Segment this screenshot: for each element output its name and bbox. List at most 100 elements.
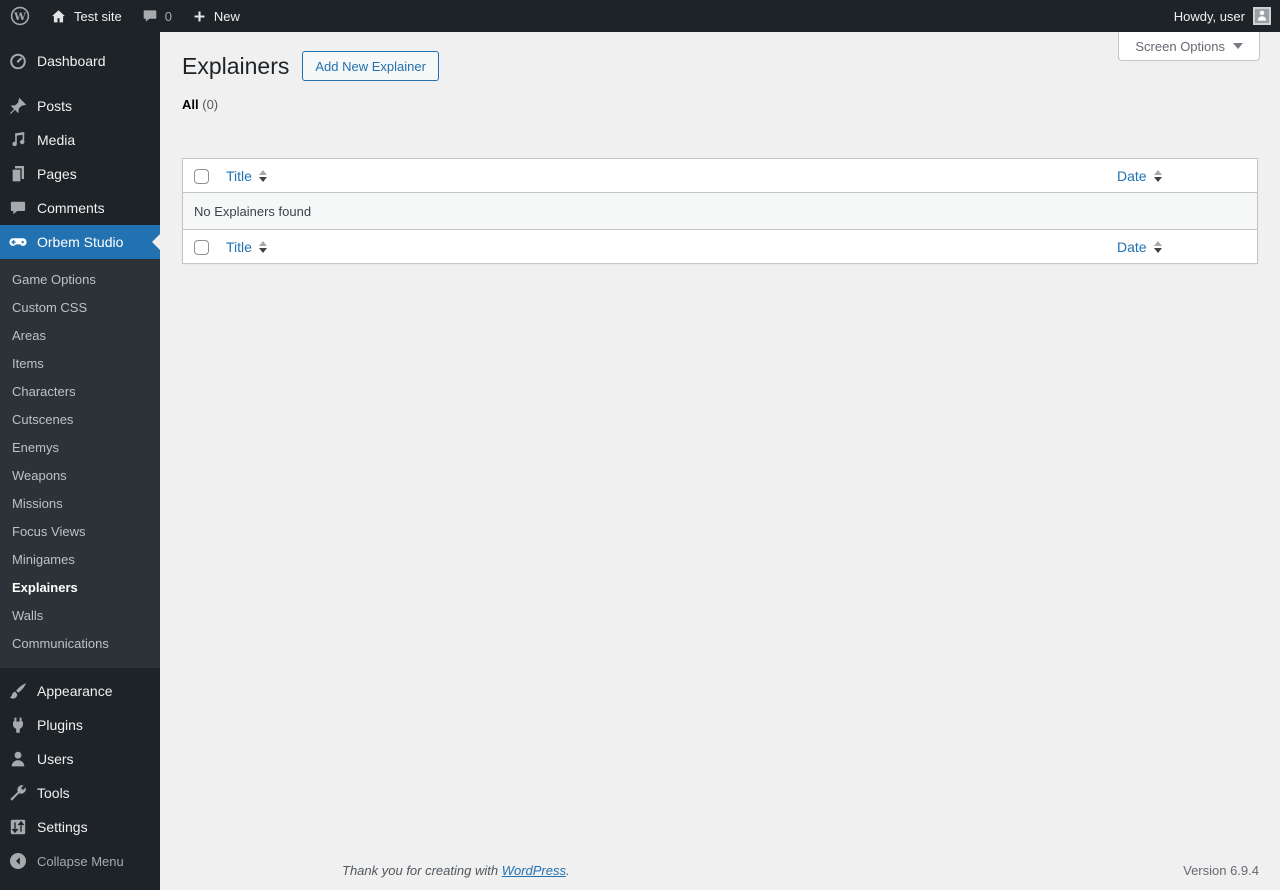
- sidebar-item-tools[interactable]: Tools: [0, 776, 160, 810]
- chevron-down-icon: [1233, 43, 1243, 49]
- title-row: Explainers Add New Explainer: [182, 51, 1258, 81]
- submenu-item-cutscenes[interactable]: Cutscenes: [0, 406, 160, 434]
- dashboard-icon: [8, 51, 28, 71]
- comment-bubble-icon: [142, 8, 158, 24]
- admin-bar-spacer: [250, 0, 1174, 32]
- settings-icon: [8, 817, 28, 837]
- add-new-explainer-button[interactable]: Add New Explainer: [302, 51, 439, 81]
- admin-bar-site-name[interactable]: Test site: [40, 0, 132, 32]
- submenu-item-focus-views[interactable]: Focus Views: [0, 518, 160, 546]
- empty-message: No Explainers found: [183, 193, 1257, 229]
- sidebar-item-label: Media: [37, 132, 76, 148]
- screen-options-label: Screen Options: [1135, 38, 1225, 54]
- comment-icon: [8, 198, 28, 218]
- gamepad-icon: [8, 232, 28, 252]
- wrench-icon: [8, 783, 28, 803]
- howdy-label: Howdy, user: [1173, 8, 1245, 24]
- sort-arrows-icon: [258, 240, 267, 253]
- footer-version: Version 6.9.4: [1183, 863, 1259, 878]
- avatar: [1253, 7, 1271, 25]
- sidebar-item-label: Dashboard: [37, 53, 106, 69]
- screen-options-toggle[interactable]: Screen Options: [1118, 32, 1260, 61]
- title-column-header: Title: [226, 238, 252, 255]
- select-all-checkbox[interactable]: [194, 168, 209, 184]
- table-header-row: Title Date: [183, 159, 1257, 193]
- admin-bar-account-menu[interactable]: Howdy, user: [1174, 0, 1280, 32]
- plug-icon: [8, 715, 28, 735]
- pushpin-icon: [8, 96, 28, 116]
- wordpress-logo-menu[interactable]: W: [0, 0, 40, 32]
- user-icon: [8, 749, 28, 769]
- sort-arrows-icon: [1153, 240, 1162, 253]
- submenu-item-custom-css[interactable]: Custom CSS: [0, 294, 160, 322]
- submenu-item-areas[interactable]: Areas: [0, 322, 160, 350]
- sidebar-item-orbem-studio[interactable]: Orbem Studio: [0, 225, 160, 259]
- select-all-checkbox[interactable]: [194, 239, 209, 255]
- submenu-item-items[interactable]: Items: [0, 350, 160, 378]
- sidebar-item-label: Users: [37, 751, 74, 767]
- sidebar-item-media[interactable]: Media: [0, 123, 160, 157]
- sidebar-item-label: Comments: [37, 200, 105, 216]
- footer-period: .: [566, 863, 570, 878]
- sort-arrows-icon: [1153, 169, 1162, 182]
- sidebar-item-plugins[interactable]: Plugins: [0, 708, 160, 742]
- submenu-item-communications[interactable]: Communications: [0, 630, 160, 658]
- comment-count: 0: [164, 8, 172, 24]
- orbem-studio-submenu: Game Options Custom CSS Areas Items Char…: [0, 259, 160, 668]
- submenu-item-walls[interactable]: Walls: [0, 602, 160, 630]
- sidebar-item-label: Plugins: [37, 717, 83, 733]
- footer-thanks: Thank you for creating with WordPress.: [342, 863, 570, 878]
- sort-by-date-link[interactable]: Date: [1117, 168, 1162, 184]
- sidebar-item-appearance[interactable]: Appearance: [0, 674, 160, 708]
- filter-links: All (0): [182, 97, 1258, 112]
- home-icon: [50, 8, 67, 25]
- sidebar-item-label: Appearance: [37, 683, 113, 699]
- media-icon: [8, 130, 28, 150]
- new-label: New: [213, 8, 240, 24]
- brush-icon: [8, 681, 28, 701]
- date-column-header: Date: [1117, 167, 1147, 184]
- collapse-menu-label: Collapse Menu: [37, 853, 124, 869]
- table-footer-row: Title Date: [183, 229, 1257, 263]
- submenu-item-enemys[interactable]: Enemys: [0, 434, 160, 462]
- page-wrap: Explainers Add New Explainer All (0) Tit…: [160, 32, 1280, 264]
- title-column-header: Title: [226, 167, 252, 184]
- sidebar-item-label: Orbem Studio: [37, 234, 124, 250]
- submenu-item-minigames[interactable]: Minigames: [0, 546, 160, 574]
- sidebar-item-comments[interactable]: Comments: [0, 191, 160, 225]
- sidebar-item-label: Tools: [37, 785, 70, 801]
- admin-bar-new[interactable]: New: [182, 0, 250, 32]
- filter-all-link[interactable]: All: [182, 97, 199, 112]
- filter-all-count: (0): [202, 97, 219, 112]
- submenu-item-game-options[interactable]: Game Options: [0, 266, 160, 294]
- sidebar-item-label: Settings: [37, 819, 88, 835]
- sort-arrows-icon: [258, 169, 267, 182]
- explainers-list-table: Title Date No Explainers found Title Dat…: [182, 158, 1258, 264]
- submenu-item-weapons[interactable]: Weapons: [0, 462, 160, 490]
- sidebar-item-posts[interactable]: Posts: [0, 89, 160, 123]
- admin-bar-comments[interactable]: 0: [132, 0, 182, 32]
- sort-by-date-link[interactable]: Date: [1117, 239, 1162, 255]
- collapse-menu-button[interactable]: Collapse Menu: [0, 844, 160, 878]
- page-title: Explainers: [182, 53, 290, 79]
- wordpress-link[interactable]: WordPress: [502, 863, 566, 878]
- admin-sidebar: Dashboard Posts Media Pages Comments Orb…: [0, 32, 160, 890]
- submenu-item-missions[interactable]: Missions: [0, 490, 160, 518]
- sidebar-item-label: Posts: [37, 98, 73, 114]
- submenu-item-explainers[interactable]: Explainers: [0, 574, 160, 602]
- submenu-item-characters[interactable]: Characters: [0, 378, 160, 406]
- menu-separator: [0, 78, 160, 89]
- sidebar-item-settings[interactable]: Settings: [0, 810, 160, 844]
- sidebar-item-pages[interactable]: Pages: [0, 157, 160, 191]
- svg-text:W: W: [13, 11, 26, 23]
- empty-row: No Explainers found: [183, 193, 1257, 229]
- wordpress-logo-icon: W: [10, 6, 30, 26]
- site-name-label: Test site: [74, 8, 122, 24]
- sort-by-title-link[interactable]: Title: [226, 239, 267, 255]
- sidebar-item-users[interactable]: Users: [0, 742, 160, 776]
- pages-icon: [8, 164, 28, 184]
- sidebar-item-dashboard[interactable]: Dashboard: [0, 44, 160, 78]
- plus-icon: [192, 9, 207, 24]
- sort-by-title-link[interactable]: Title: [226, 168, 267, 184]
- admin-bar: W Test site 0 New Howdy, user: [0, 0, 1280, 32]
